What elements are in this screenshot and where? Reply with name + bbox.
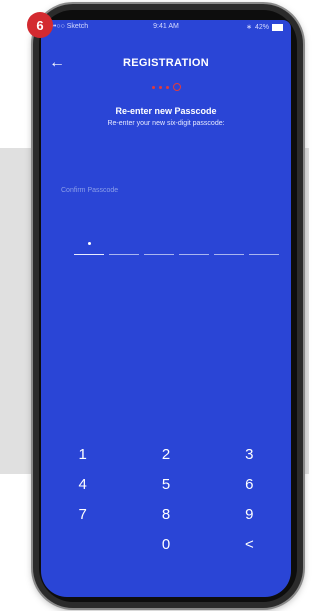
- key-7[interactable]: 7: [41, 505, 124, 525]
- pin-digit-5[interactable]: [214, 225, 244, 255]
- confirm-passcode-label: Confirm Passcode: [61, 187, 119, 194]
- pin-digit-4[interactable]: [179, 225, 209, 255]
- page-title: REGISTRATION: [123, 57, 209, 69]
- pin-digit-3[interactable]: [144, 225, 174, 255]
- pin-digit-1[interactable]: [74, 225, 104, 255]
- battery-percent: 42%: [254, 23, 269, 31]
- key-9[interactable]: 9: [208, 505, 291, 525]
- pin-digit-2[interactable]: [109, 225, 139, 255]
- numeric-keypad: 1 2 3 4 5 6 7 8 9 0 <: [41, 445, 291, 555]
- step-badge: 6: [27, 12, 53, 38]
- nav-bar: ← REGISTRATION: [41, 54, 291, 76]
- status-right: ∗ 42%: [246, 23, 283, 31]
- progress-step-3: [165, 85, 169, 89]
- key-3[interactable]: 3: [208, 445, 291, 465]
- progress-step-2: [158, 85, 162, 89]
- key-6[interactable]: 6: [208, 475, 291, 495]
- passcode-input[interactable]: [74, 225, 284, 255]
- progress-step-4-current: [172, 83, 181, 91]
- battery-icon: [272, 23, 283, 31]
- key-1[interactable]: 1: [41, 445, 124, 465]
- backspace-key[interactable]: <: [208, 535, 291, 555]
- progress-indicator: [41, 83, 291, 91]
- pin-digit-6[interactable]: [249, 225, 279, 255]
- key-4[interactable]: 4: [41, 475, 124, 495]
- pin-dot: [88, 242, 91, 245]
- key-2[interactable]: 2: [124, 445, 207, 465]
- key-blank: [41, 535, 124, 555]
- progress-step-1: [151, 85, 155, 89]
- key-0[interactable]: 0: [124, 535, 207, 555]
- key-5[interactable]: 5: [124, 475, 207, 495]
- app-screen: •••○○ Sketch 9:41 AM ∗ 42% ← REGISTRATIO…: [41, 20, 291, 597]
- passcode-heading: Re-enter new Passcode: [115, 106, 217, 116]
- status-bar: •••○○ Sketch 9:41 AM ∗ 42%: [41, 20, 291, 36]
- passcode-instructions: Re-enter your new six-digit passcode:: [107, 120, 225, 127]
- bluetooth-icon: ∗: [246, 24, 252, 31]
- key-8[interactable]: 8: [124, 505, 207, 525]
